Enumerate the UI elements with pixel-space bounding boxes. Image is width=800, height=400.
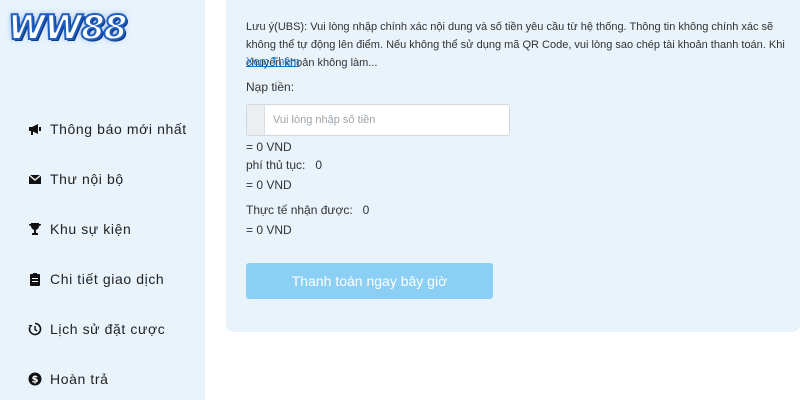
fee-row: phí thủ tục: 0 [246,158,322,172]
logo-text: WW88 [7,8,128,48]
received-value: 0 [362,203,370,217]
amount-converted: = 0 VND [246,140,292,154]
amount-label: Nạp tiền: [246,80,295,94]
amount-prefix [247,105,265,135]
sidebar-item-transactions[interactable]: Chi tiết giao dịch [28,266,164,292]
sidebar-item-bet-history[interactable]: Lịch sử đặt cược [28,316,165,342]
sidebar-item-label: Hoàn trả [50,371,109,387]
logo[interactable]: WW88 [7,6,128,50]
amount-field[interactable] [246,104,510,136]
dollar-circle-icon: $ [28,372,42,386]
amount-input[interactable] [265,105,509,135]
pay-now-button[interactable]: Thanh toán ngay bây giờ [246,263,493,299]
megaphone-icon [28,122,42,136]
fee-converted: = 0 VND [246,178,292,192]
deposit-panel: Lưu ý(UBS): Vui lòng nhập chính xác nội … [226,0,800,332]
sidebar-item-label: Khu sự kiện [50,221,132,237]
trophy-icon [28,222,42,236]
sidebar-item-label: Chi tiết giao dịch [50,271,165,287]
sidebar-item-label: Lịch sử đặt cược [50,321,166,337]
sidebar-item-notifications[interactable]: Thông báo mới nhất [28,116,187,142]
sidebar: WW88 Thông báo mới nhất Thư nội bộ Khu s… [0,0,205,400]
fee-label: phí thủ tục: [246,158,306,172]
received-label: Thực tế nhận được: [246,203,353,217]
sidebar-item-rebate[interactable]: $ Hoàn trả [28,366,109,392]
see-more-link[interactable]: Xem Thêm [246,56,300,68]
history-icon [28,322,42,336]
clipboard-icon [28,272,42,286]
sidebar-item-label: Thư nội bộ [50,171,124,187]
deposit-notice: Lưu ý(UBS): Vui lòng nhập chính xác nội … [246,21,785,69]
envelope-icon [28,172,42,186]
received-converted: = 0 VND [246,223,292,237]
sidebar-item-events[interactable]: Khu sự kiện [28,216,131,242]
svg-text:$: $ [32,375,39,386]
sidebar-item-label: Thông báo mới nhất [50,121,187,137]
received-row: Thực tế nhận được: 0 [246,203,369,217]
sidebar-item-inbox[interactable]: Thư nội bộ [28,166,124,192]
fee-value: 0 [315,158,323,172]
